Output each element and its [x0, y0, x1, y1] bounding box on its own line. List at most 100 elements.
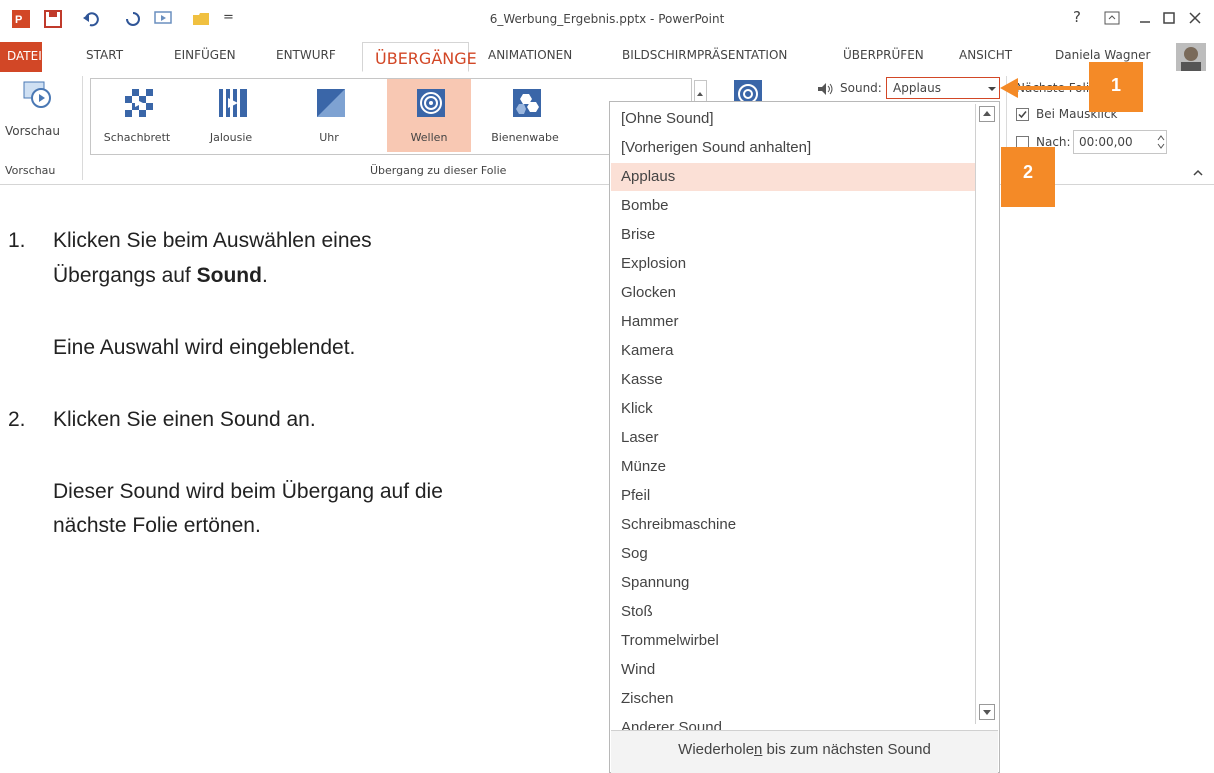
tab-ansicht[interactable]: ANSICHT [959, 48, 1012, 62]
blinds-icon [219, 89, 247, 117]
pointer-arrow [1000, 78, 1096, 98]
maximize-icon[interactable] [1162, 11, 1176, 25]
help-icon[interactable]: ? [1073, 8, 1081, 26]
tab-uebergaenge[interactable]: ÜBERGÄNGE [362, 42, 477, 72]
sound-option[interactable]: Sog [611, 540, 975, 568]
sound-option[interactable]: Wind [611, 656, 975, 684]
minimize-icon[interactable] [1138, 12, 1152, 26]
sound-option[interactable]: Klick [611, 395, 975, 423]
preview-icon[interactable] [22, 80, 52, 110]
loop-until-next-sound-option[interactable]: Wiederholen bis zum nächsten Sound [611, 730, 998, 773]
sound-option[interactable]: [Vorherigen Sound anhalten] [611, 134, 975, 162]
callout-2: 2 [1001, 147, 1055, 207]
step-2-note-line1: Dieser Sound wird beim Übergang auf die [53, 480, 443, 503]
sound-option-label: Stoß [621, 603, 653, 620]
sound-option-label: Schreibmaschine [621, 516, 737, 533]
sound-option-label: Pfeil [621, 487, 651, 504]
sound-label: Sound: [840, 81, 882, 95]
sound-combobox[interactable]: Applaus [886, 77, 1000, 99]
close-icon[interactable] [1188, 11, 1202, 25]
step-2-number: 2. [8, 408, 26, 431]
group-label-preview: Vorschau [5, 164, 56, 177]
transition-gallery: Schachbrett Jalousie Uhr Wellen Bienenwa… [90, 78, 692, 155]
sound-option[interactable]: Kamera [611, 337, 975, 365]
title-bar: P = 6_Werbung_Ergebnis.pptx - PowerPoint… [0, 0, 1214, 38]
sound-option[interactable]: Kasse [611, 366, 975, 394]
sound-option[interactable]: Zischen [611, 685, 975, 713]
transition-bienenwabe[interactable]: Bienenwabe [483, 79, 567, 152]
collapse-ribbon-icon[interactable] [1192, 168, 1204, 178]
list-scrollbar[interactable] [975, 104, 998, 724]
sound-option-label: Sog [621, 545, 648, 562]
tab-einfuegen[interactable]: EINFÜGEN [174, 48, 236, 62]
sound-option-label: Kamera [621, 342, 674, 359]
sound-option-label: Laser [621, 429, 659, 446]
sound-option-label: Spannung [621, 574, 690, 591]
loop-option-text-1: Wiederhole [678, 741, 755, 758]
loop-option-text-2: bis zum nächsten Sound [762, 741, 931, 758]
user-avatar[interactable] [1176, 43, 1206, 71]
callout-1: 1 [1089, 62, 1143, 112]
step-1-note: Eine Auswahl wird eingeblendet. [53, 336, 356, 359]
checkerboard-icon [125, 89, 153, 117]
sound-option-label: Klick [621, 400, 653, 417]
sound-option-label: [Ohne Sound] [621, 110, 714, 127]
tab-ueberpruefen[interactable]: ÜBERPRÜFEN [843, 48, 924, 62]
sound-option[interactable]: Spannung [611, 569, 975, 597]
tab-animationen[interactable]: ANIMATIONEN [488, 48, 572, 62]
sound-option-label: Kasse [621, 371, 663, 388]
scroll-down-icon[interactable] [979, 704, 995, 720]
sound-option[interactable]: Bombe [611, 192, 975, 220]
spinner-arrows-icon[interactable] [1156, 134, 1166, 150]
scroll-up-icon[interactable] [979, 106, 995, 122]
app-title: 6_Werbung_Ergebnis.pptx - PowerPoint [489, 12, 725, 26]
sound-option-label: [Vorherigen Sound anhalten] [621, 139, 812, 156]
sound-option-label: Hammer [621, 313, 679, 330]
sound-option[interactable]: Brise [611, 221, 975, 249]
sound-option-label: Applaus [621, 168, 676, 185]
sound-option[interactable]: Schreibmaschine [611, 511, 975, 539]
sound-option-label: Explosion [621, 255, 687, 272]
group-divider [82, 76, 83, 180]
tab-entwurf[interactable]: ENTWURF [276, 48, 336, 62]
step-2-text: Klicken Sie einen Sound an. [53, 408, 316, 431]
step-1-text-line1: Klicken Sie beim Auswählen eines [53, 229, 372, 252]
sound-option[interactable]: Pfeil [611, 482, 975, 510]
sound-option[interactable]: Trommelwirbel [611, 627, 975, 655]
transition-uhr[interactable]: Uhr [287, 79, 371, 152]
sound-option[interactable]: Hammer [611, 308, 975, 336]
transition-schachbrett[interactable]: Schachbrett [95, 79, 179, 152]
honeycomb-icon [513, 89, 541, 117]
tab-start[interactable]: START [86, 48, 123, 62]
sound-option-label: Münze [621, 458, 667, 475]
step-1-number: 1. [8, 229, 26, 252]
sound-option[interactable]: Münze [611, 453, 975, 481]
sound-option[interactable]: [Ohne Sound] [611, 105, 975, 133]
sound-option[interactable]: Explosion [611, 250, 975, 278]
after-time-input[interactable]: 00:00,00 [1073, 130, 1167, 154]
sound-option[interactable]: Applaus [611, 163, 975, 191]
group-label-transition: Übergang zu dieser Folie [370, 164, 507, 177]
sound-combobox-value: Applaus [893, 81, 941, 95]
sound-option[interactable]: Stoß [611, 598, 975, 626]
ripple-icon [417, 89, 445, 117]
sound-option-label: Bombe [621, 197, 669, 214]
sound-dropdown-list: [Ohne Sound] [Vorherigen Sound anhalten] A… [609, 101, 1000, 773]
step-1-text-line2: Übergangs auf Sound. [53, 264, 268, 287]
sound-option-label: Zischen [621, 690, 674, 707]
tab-bildschirmpraesentation[interactable]: BILDSCHIRMPRÄSENTATION [622, 48, 787, 62]
ribbon-tab-bar: DATEI START EINFÜGEN ENTWURF ÜBERGÄNGE A… [0, 42, 1214, 73]
preview-button[interactable]: Vorschau [5, 124, 60, 138]
sound-option-label: Brise [621, 226, 656, 243]
sound-option[interactable]: Laser [611, 424, 975, 452]
user-name[interactable]: Daniela Wagner [1055, 48, 1150, 62]
tab-datei[interactable]: DATEI [0, 42, 42, 72]
on-click-checkbox[interactable] [1016, 108, 1029, 121]
ribbon-display-options-icon[interactable] [1104, 10, 1120, 26]
transition-jalousie[interactable]: Jalousie [189, 79, 273, 152]
sound-option-label: Glocken [621, 284, 677, 301]
sound-option[interactable]: Glocken [611, 279, 975, 307]
sound-option-label: Trommelwirbel [621, 632, 719, 649]
transition-wellen[interactable]: Wellen [387, 79, 471, 152]
clock-wipe-icon [317, 89, 345, 117]
